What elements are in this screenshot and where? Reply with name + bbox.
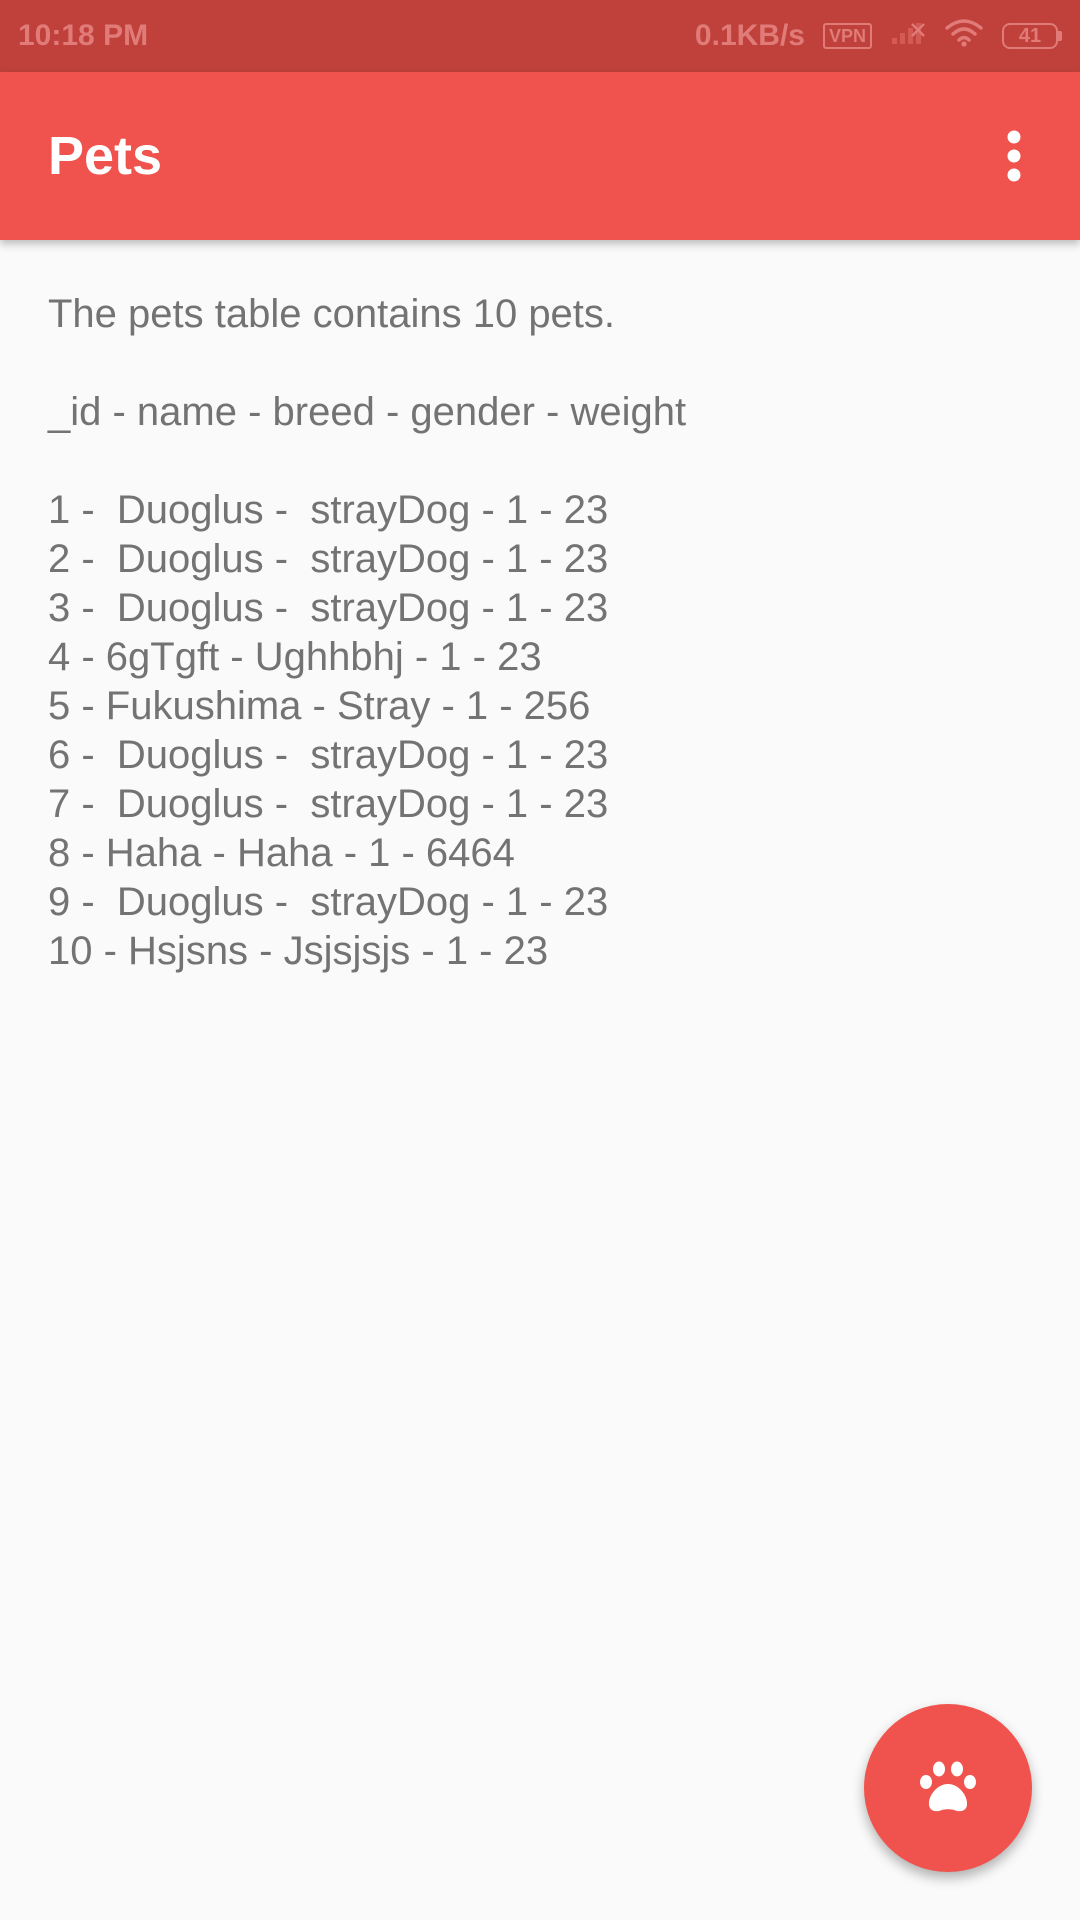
vpn-badge: VPN: [822, 23, 872, 49]
pet-row: 2 - Duoglus - strayDog - 1 - 23: [48, 537, 609, 581]
pet-row: 3 - Duoglus - strayDog - 1 - 23: [48, 586, 609, 630]
pet-row: 9 - Duoglus - strayDog - 1 - 23: [48, 880, 609, 924]
add-pet-fab[interactable]: [864, 1704, 1032, 1872]
pet-rows: 1 - Duoglus - strayDog - 1 - 23 2 - Duog…: [48, 486, 1028, 976]
pet-row: 10 - Hsjsns - Jsjsjsjs - 1 - 23: [48, 929, 549, 973]
pet-row: 8 - Haha - Haha - 1 - 6464: [48, 831, 515, 875]
signal-icon: [890, 18, 926, 54]
network-speed: 0.1KB/s: [694, 19, 805, 52]
pet-row: 4 - 6gTgft - Ughhbhj - 1 - 23: [48, 635, 542, 679]
wifi-icon: [944, 17, 984, 55]
pets-summary: The pets table contains 10 pets.: [48, 292, 616, 336]
battery-icon: 41: [1002, 23, 1062, 49]
status-bar: 10:18 PM 0.1KB/s VPN 41: [0, 0, 1080, 72]
app-title: Pets: [48, 126, 163, 186]
pet-row: 1 - Duoglus - strayDog - 1 - 23: [48, 488, 609, 532]
pet-row: 5 - Fukushima - Stray - 1 - 256: [48, 684, 591, 728]
more-options-button[interactable]: [986, 116, 1042, 196]
status-time: 10:18 PM: [18, 19, 149, 52]
pet-row: 7 - Duoglus - strayDog - 1 - 23: [48, 782, 609, 826]
pet-row: 6 - Duoglus - strayDog - 1 - 23: [48, 733, 609, 777]
app-bar: Pets: [0, 72, 1080, 240]
battery-level: 41: [1002, 23, 1058, 49]
paw-icon: [920, 1761, 976, 1812]
pets-table-text: The pets table contains 10 pets. _id - n…: [48, 290, 1028, 976]
status-icons: 0.1KB/s VPN 41: [695, 17, 1062, 55]
table-header: _id - name - breed - gender - weight: [48, 390, 687, 434]
more-vert-icon: [1007, 130, 1021, 182]
